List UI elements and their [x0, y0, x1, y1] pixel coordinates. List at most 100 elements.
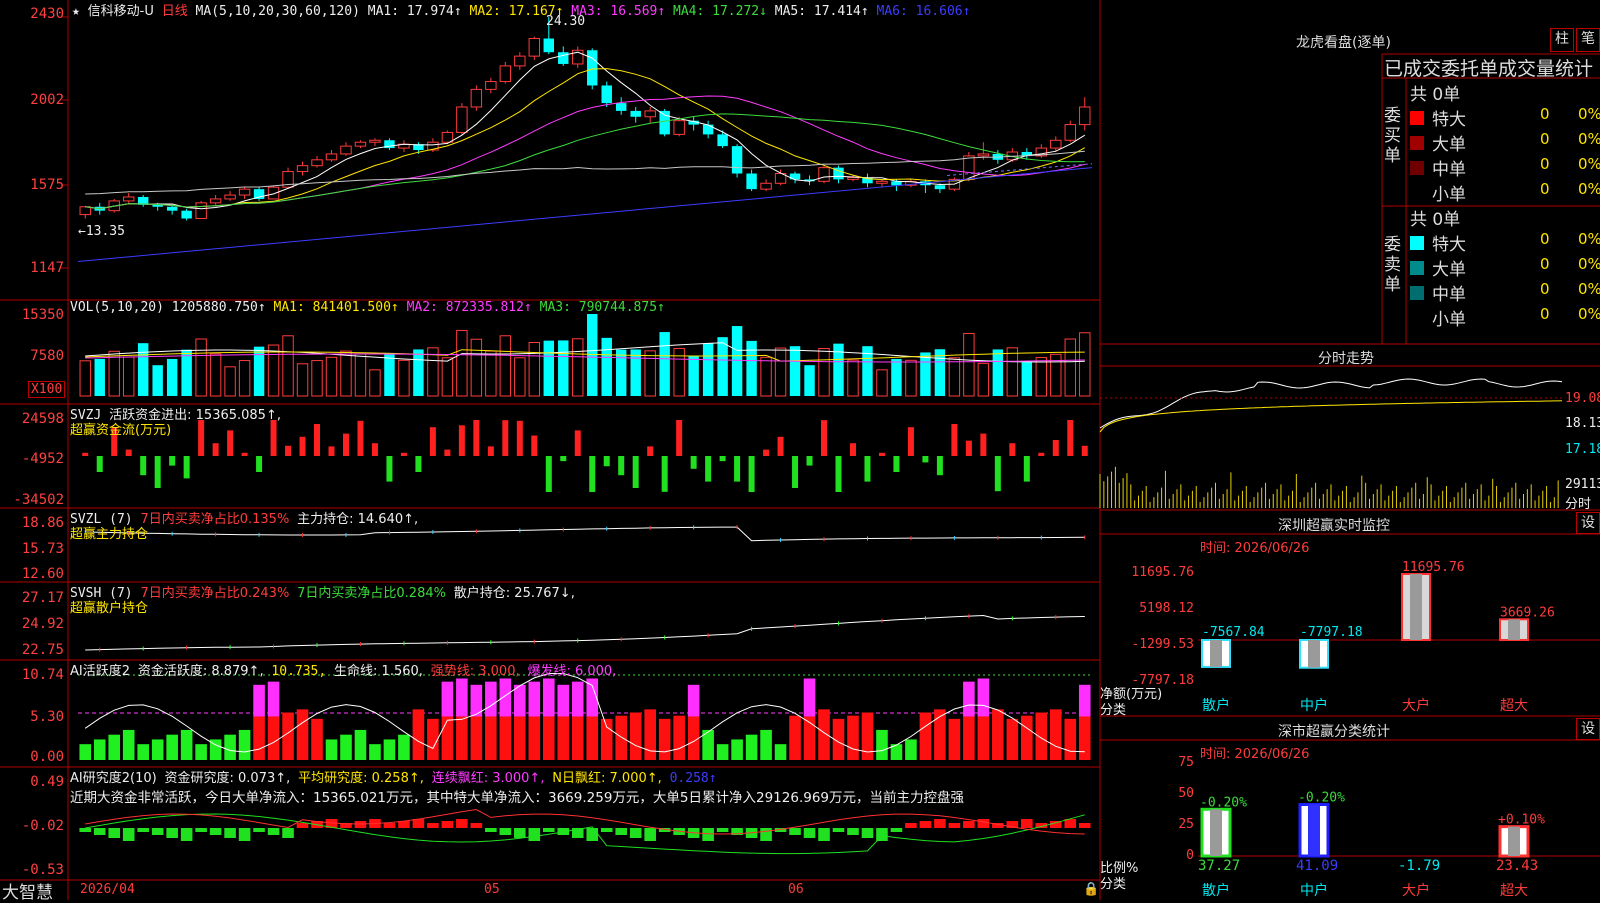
sz-monitor-settings-button[interactable]: 设 [1576, 512, 1600, 534]
monitor-value-label: -7797.18 [1300, 625, 1363, 640]
price-header: ★ 信科移动-U 日线 MA(5,10,20,30,60,120) MA1: 1… [72, 0, 970, 19]
activity-bar [180, 729, 193, 760]
candle-body [485, 81, 497, 90]
candle-body [1050, 139, 1062, 149]
favorite-star-icon[interactable]: ★ [72, 4, 80, 19]
ma1-value: MA1: 17.974↑ [367, 4, 462, 19]
candle-body [224, 194, 236, 200]
tab-pen[interactable]: 笔 [1576, 28, 1600, 52]
class-category-label: 散户 [1202, 882, 1230, 899]
class-value-label: 37.27 [1198, 858, 1240, 874]
svzl-ratio: 7日内买卖净占比0.135% [140, 512, 290, 527]
volume-bar [731, 326, 743, 396]
candle-body [470, 88, 483, 108]
fund-flow-bar [1067, 420, 1074, 456]
fund-flow-bar [603, 456, 610, 467]
research-bar [253, 828, 265, 832]
fund-flow-bar [342, 433, 349, 456]
tab-bar-chart[interactable]: 柱 [1550, 28, 1574, 52]
sell-row-name: 中单 [1432, 285, 1466, 305]
fund-flow-bar [125, 449, 132, 456]
candle-body [238, 188, 251, 196]
research-bar [137, 828, 149, 832]
research-bar [166, 828, 178, 838]
fund-flow-bar [965, 440, 972, 456]
volume-bar [166, 358, 178, 396]
fund-flow-bar [835, 456, 842, 492]
fund-flow-bar [545, 456, 552, 492]
volume-bar [847, 359, 859, 397]
vol-unit-button[interactable]: X100 [28, 381, 66, 398]
svzl-axis-label: 12.60 [21, 566, 64, 582]
class-category-label: 中户 [1300, 882, 1328, 899]
volume-bar [992, 349, 1004, 396]
vol-axis-label: 7580 [30, 348, 64, 364]
volume-bar [818, 348, 830, 397]
fund-flow-bar [719, 456, 726, 462]
candle-body [587, 50, 598, 86]
monitor-category-label: 大户 [1402, 697, 1430, 714]
research-bar [485, 828, 497, 832]
ai-research-title[interactable]: AI研究度2(10) [70, 771, 157, 786]
research-bar [427, 823, 439, 828]
ma4-value: MA4: 17.272↓ [673, 4, 767, 19]
activity-bar [745, 734, 758, 760]
volume-bar [181, 349, 192, 396]
monitor-bar-shade [1210, 640, 1222, 667]
candle-body [891, 181, 902, 186]
fund-flow-bar [748, 456, 755, 492]
volume-bar [760, 356, 772, 397]
svsh-subtitle: 超赢散户持仓 [70, 601, 149, 616]
activity-bar [876, 729, 888, 760]
research-bar [919, 821, 932, 828]
activity-bar [93, 739, 106, 760]
ai-active-title[interactable]: AI活跃度2 [70, 664, 130, 679]
research-bar [180, 828, 193, 841]
date-label: 2026/04 [80, 882, 135, 897]
activity-bar-top [485, 681, 497, 717]
research-bar [267, 828, 280, 835]
research-bar [514, 828, 526, 838]
volume-bar [789, 346, 801, 396]
research-bar [282, 828, 294, 838]
fund-flow-bar [618, 456, 625, 476]
ai-research-val2: 平均研究度: 0.258↑, [298, 771, 424, 786]
research-bar [702, 828, 714, 841]
stock-name[interactable]: 信科移动-U [88, 4, 154, 19]
sz-class-axis-label: 0 [1186, 848, 1194, 863]
sz-class-settings-button[interactable]: 设 [1576, 718, 1600, 740]
chart-canvas: -7567.84 -7797.1811695.763669.26散户 中户 大户 超大-… [0, 0, 1600, 900]
research-bar [586, 828, 599, 841]
monitor-value-label: -7567.84 [1202, 625, 1265, 640]
candle-body [311, 159, 323, 167]
fund-flow-bar [531, 435, 538, 456]
svsh-hold: 散户持仓: 25.767↓, [453, 586, 575, 601]
monitor-bar-shade [1308, 640, 1320, 668]
candle-body [876, 180, 888, 184]
candle-body [760, 182, 772, 190]
intraday-axis-label: 29113 [1565, 477, 1600, 492]
sz-class-axis-label: 50 [1178, 786, 1194, 801]
period-label[interactable]: 日线 [162, 4, 188, 19]
activity-bar [340, 734, 352, 760]
volume-bar [94, 358, 105, 396]
lock-icon[interactable]: 🔒 [1083, 882, 1099, 897]
svsh-axis-label: 24.92 [21, 616, 64, 632]
volume-bar [572, 338, 584, 397]
fund-flow-bar [864, 456, 871, 482]
research-bar [803, 828, 816, 838]
monitor-category-label: 中户 [1300, 697, 1328, 714]
volume-bar [441, 357, 454, 397]
svzl-axis-label: 18.86 [21, 515, 64, 531]
activity-bar-top [803, 678, 816, 717]
research-bar [383, 823, 396, 828]
buy-color-swatch [1410, 186, 1424, 200]
vol-title[interactable]: VOL(5,10,20) [70, 300, 164, 315]
fund-flow-bar [907, 427, 914, 456]
class-value-label: 41.09 [1296, 858, 1338, 874]
activity-bar [586, 716, 599, 760]
candle-body [731, 146, 743, 174]
candle-body [354, 141, 367, 147]
research-bar [79, 828, 92, 832]
sell-color-swatch [1410, 286, 1424, 300]
